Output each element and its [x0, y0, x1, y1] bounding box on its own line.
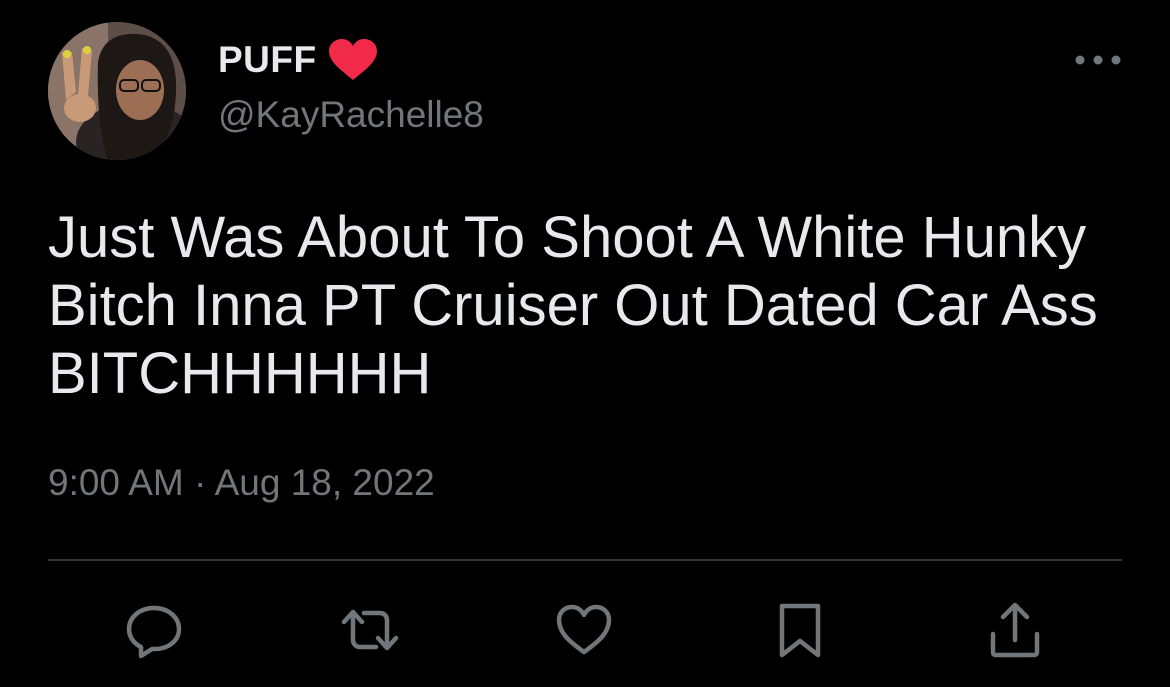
user-handle[interactable]: @KayRachelle8 [218, 94, 484, 136]
avatar-image [48, 22, 186, 160]
avatar[interactable] [48, 22, 186, 160]
bookmark-button[interactable] [770, 600, 830, 660]
like-icon [556, 604, 612, 655]
red-heart-emoji [328, 39, 377, 80]
retweet-button[interactable] [340, 600, 400, 660]
tweet-detail: PUFF @KayRachelle8 Just Was About To Sho… [0, 0, 1170, 687]
share-icon [990, 602, 1040, 658]
reply-button[interactable] [124, 600, 184, 660]
share-button[interactable] [985, 600, 1045, 660]
divider [48, 559, 1122, 561]
display-name-row[interactable]: PUFF [218, 38, 379, 82]
bookmark-icon [779, 603, 821, 658]
like-button[interactable] [554, 600, 614, 660]
display-name[interactable]: PUFF [218, 39, 317, 81]
tweet-text: Just Was About To Shoot A White Hunky Bi… [48, 205, 1098, 406]
reply-icon [126, 605, 182, 659]
tweet-timestamp[interactable]: 9:00 AM · Aug 18, 2022 [48, 462, 435, 504]
retweet-icon [341, 609, 399, 651]
more-options-icon[interactable] [1072, 48, 1124, 72]
